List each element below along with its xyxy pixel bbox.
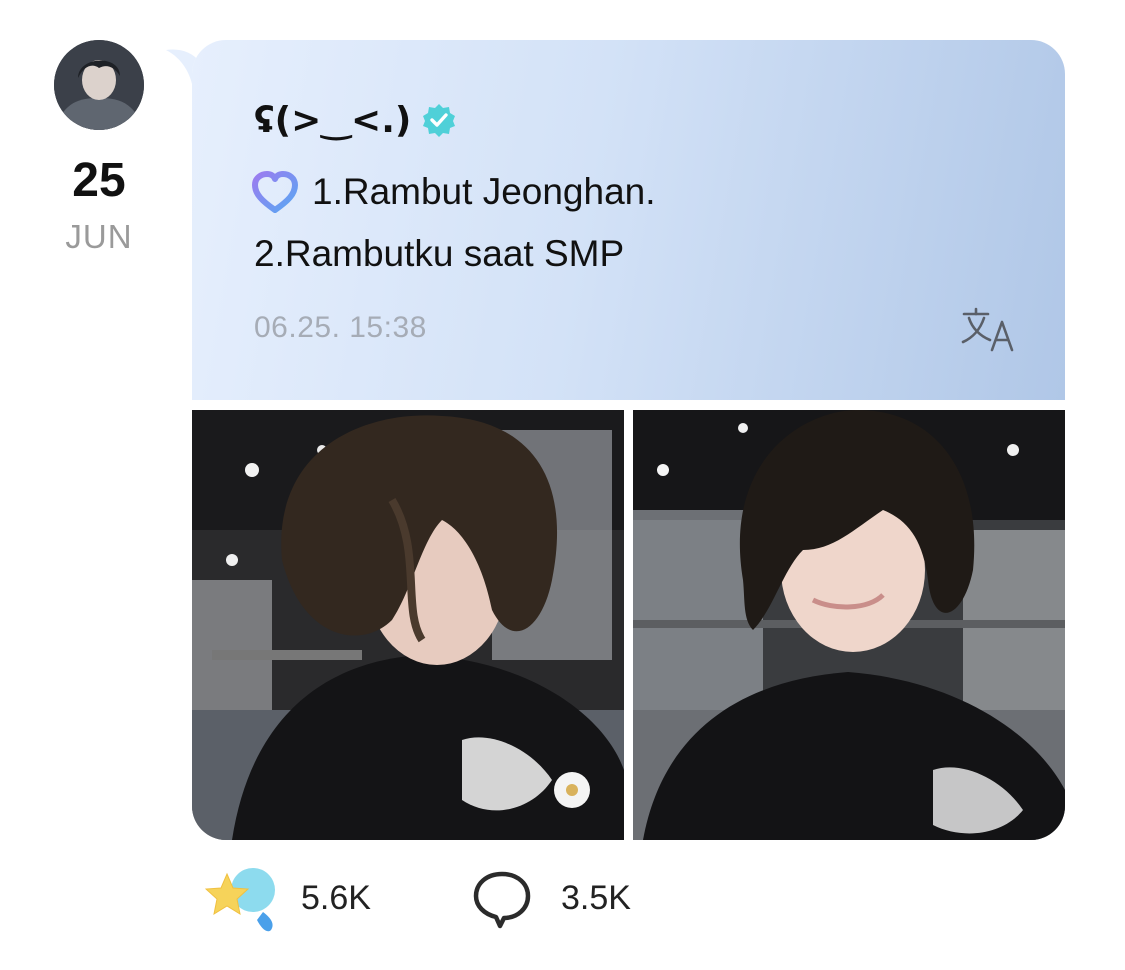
author-row: ʢ(>‿<.) [254,95,457,145]
post-date-month: JUN [65,218,133,255]
photo-2[interactable] [633,410,1065,840]
author-name[interactable]: ʢ(>‿<.) [254,100,411,141]
comment-bubble-icon[interactable] [470,868,534,930]
translate-icon[interactable] [960,306,1020,354]
photo-1[interactable] [192,410,624,840]
heart-icon [252,171,298,213]
comments-count: 3.5K [561,879,631,917]
reactions-count: 5.6K [301,879,371,917]
avatar[interactable] [54,40,144,130]
gym-selfie-image-1 [192,410,624,840]
post-date-day: 25 [72,154,126,207]
post-card[interactable]: ʢ(>‿<.) 1.Rambut Jeonghan. 2.Rambutku sa… [192,40,1065,840]
verified-check-icon [423,104,456,137]
post-line-2: 2.Rambutku saat SMP [254,233,625,274]
post-line-1: 1.Rambut Jeonghan. [250,168,656,216]
post-text-area: ʢ(>‿<.) 1.Rambut Jeonghan. 2.Rambutku sa… [192,40,1065,400]
post-timestamp: 06.25. 15:38 [254,311,427,344]
post-line-1-text: 1.Rambut Jeonghan. [312,171,656,212]
star-reaction-icon[interactable] [205,862,281,934]
avatar-image [54,40,144,130]
gym-selfie-image-2 [633,410,1065,840]
